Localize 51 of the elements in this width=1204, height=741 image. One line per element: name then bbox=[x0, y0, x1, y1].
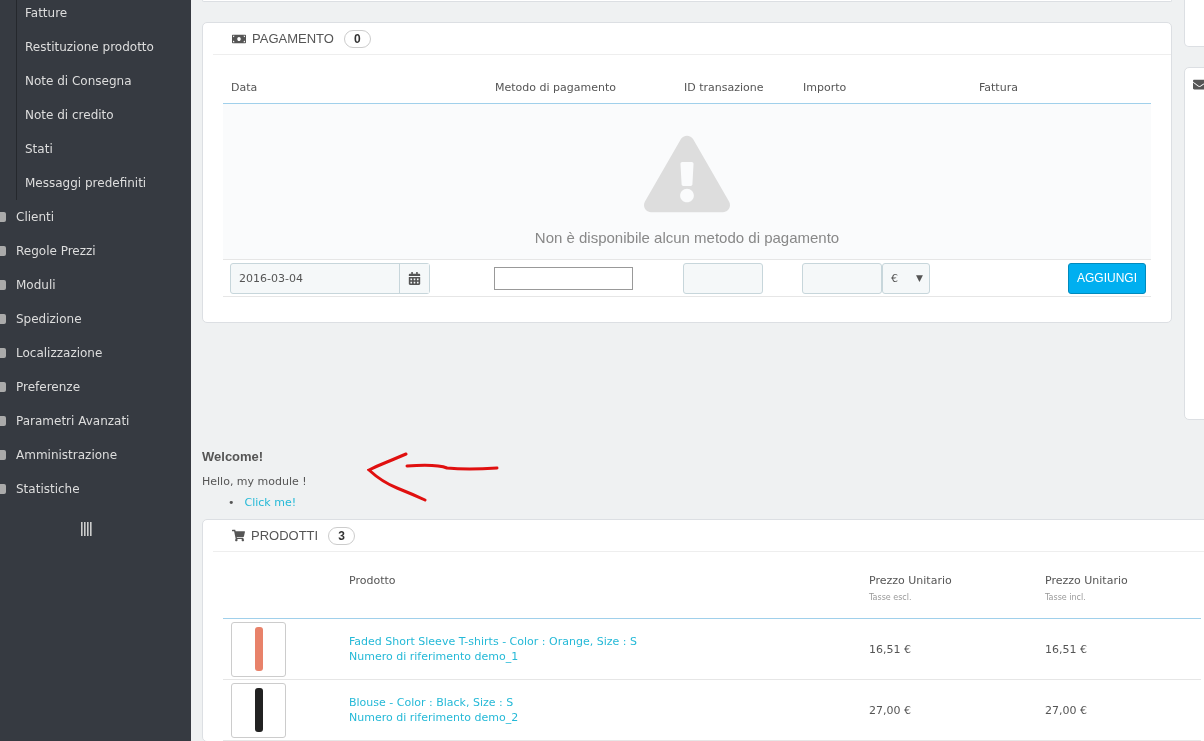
menu-item[interactable]: Statistiche bbox=[0, 472, 191, 506]
menu-icon bbox=[0, 416, 6, 426]
column-header: Prezzo Unitario bbox=[1045, 574, 1129, 587]
menu-item[interactable]: Clienti bbox=[0, 200, 191, 234]
menu-item[interactable]: Parametri Avanzati bbox=[0, 404, 191, 438]
transaction-id-field[interactable] bbox=[683, 262, 763, 294]
price: 27,00 € bbox=[869, 703, 912, 717]
submenu-item[interactable]: Fatture bbox=[17, 0, 191, 30]
menu-icon bbox=[0, 348, 6, 358]
menu-icon bbox=[0, 246, 6, 256]
column-header: Prezzo Unitario bbox=[869, 574, 953, 587]
submenu-item[interactable]: Note di credito bbox=[17, 98, 191, 132]
product-photo-placeholder bbox=[231, 621, 286, 677]
empty-message: Non è disponibile alcun metodo di pagamento bbox=[534, 229, 840, 246]
panel-title: PAGAMENTO bbox=[252, 31, 334, 46]
submenu-item[interactable]: Messaggi predefiniti bbox=[17, 166, 191, 200]
date-field[interactable]: 2016-03-04 bbox=[230, 262, 430, 294]
panel-title: PRODOTTI bbox=[251, 528, 319, 543]
menu-icon bbox=[0, 382, 6, 392]
column-subheader: Tasse incl. bbox=[1045, 593, 1087, 602]
module-text: Hello, my module ! bbox=[202, 475, 308, 488]
menu-icon bbox=[0, 484, 6, 494]
menu-icon bbox=[0, 212, 6, 222]
submenu-item[interactable]: Stati bbox=[17, 132, 191, 166]
submenu-item[interactable]: Note di Consegna bbox=[17, 64, 191, 98]
price: 16,51 € bbox=[869, 642, 912, 656]
menu-item[interactable]: Regole Prezzi bbox=[0, 234, 191, 268]
column-header: Prodotto bbox=[349, 574, 397, 587]
calendar-button[interactable] bbox=[399, 263, 429, 293]
menu-item[interactable]: Preferenze bbox=[0, 370, 191, 404]
collapse-icon[interactable] bbox=[81, 522, 93, 536]
module-title: Welcome! bbox=[202, 449, 265, 466]
price: 27,00 € bbox=[1045, 703, 1088, 717]
menu-icon bbox=[0, 280, 6, 290]
payment-method-field[interactable] bbox=[494, 266, 633, 290]
menu-item[interactable]: Amministrazione bbox=[0, 438, 191, 472]
envelope-icon bbox=[1193, 78, 1204, 91]
column-subheader: Tasse escl. bbox=[869, 593, 913, 602]
menu-item[interactable]: Spedizione bbox=[0, 302, 191, 336]
calendar-icon bbox=[408, 271, 421, 285]
menu-icon bbox=[0, 314, 6, 324]
menu-item[interactable]: Localizzazione bbox=[0, 336, 191, 370]
cart-icon bbox=[232, 529, 245, 542]
amount-field[interactable] bbox=[802, 262, 882, 294]
bullet: • bbox=[228, 496, 235, 509]
menu-item[interactable]: Moduli bbox=[0, 268, 191, 302]
submenu-item[interactable]: Restituzione prodotto bbox=[17, 30, 191, 64]
price: 16,51 € bbox=[1045, 642, 1088, 656]
currency-select[interactable]: € ▼ bbox=[882, 262, 930, 294]
product-photo-placeholder bbox=[231, 682, 286, 738]
menu-icon bbox=[0, 450, 6, 460]
